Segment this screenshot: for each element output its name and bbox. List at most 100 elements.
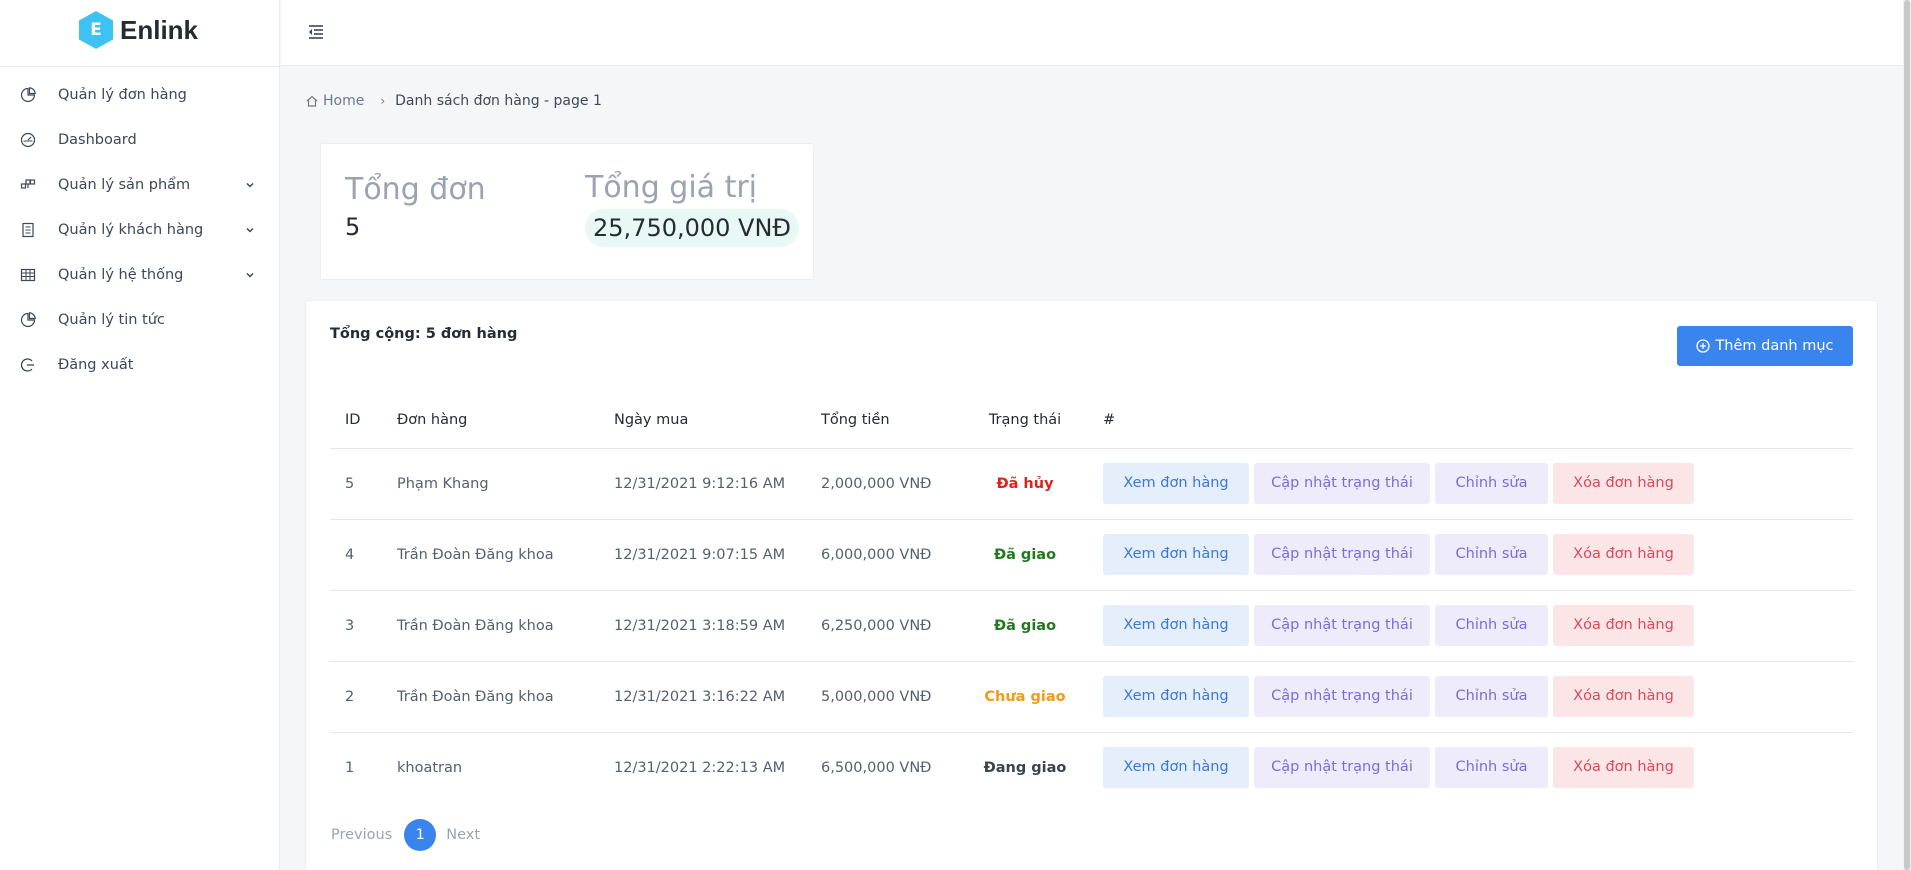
view-order-button[interactable]: Xem đơn hàng <box>1103 747 1249 789</box>
logo[interactable]: E Enlink <box>0 0 279 60</box>
pagination-page-1[interactable]: 1 <box>404 819 437 851</box>
row-actions: Xem đơn hàng Cập nhật trạng thái Chỉnh sửa… <box>1088 519 1853 591</box>
cell-total: 6,250,000 VNĐ <box>806 590 962 662</box>
sidebar-item-label: Dashboard <box>58 131 137 148</box>
menu-fold-icon[interactable] <box>306 22 326 42</box>
header-actions: # <box>1088 393 1853 449</box>
cell-purchase-date: 12/31/2021 2:22:13 AM <box>614 759 786 776</box>
row-actions: Xem đơn hàng Cập nhật trạng thái Chỉnh sửa… <box>1088 590 1853 662</box>
table-row: 4 Trần Đoàn Đăng khoa 12/31/2021 9:07:15 A… <box>330 519 1853 591</box>
header-total[interactable]: Tổng tiền <box>806 393 962 449</box>
delete-order-button[interactable]: Xóa đơn hàng <box>1553 605 1694 646</box>
add-category-button[interactable]: Thêm danh mục <box>1677 326 1853 366</box>
delete-order-button[interactable]: Xóa đơn hàng <box>1553 676 1694 717</box>
status-cell: Đã giao <box>962 519 1088 591</box>
orders-total-label: Tổng cộng: 5 đơn hàng <box>330 326 518 342</box>
cell-total: 5,000,000 VNĐ <box>806 661 962 733</box>
sidebar-item-label: Quản lý khách hàng <box>58 221 204 238</box>
edit-button[interactable]: Chỉnh sửa <box>1435 463 1548 504</box>
sidebar-item-3[interactable]: Quản lý sản phẩm <box>0 162 279 207</box>
header-date[interactable]: Ngày mua <box>599 393 806 449</box>
update-status-button[interactable]: Cập nhật trạng thái <box>1254 534 1430 575</box>
orders-summary-title: Tổng đơn <box>345 172 486 207</box>
update-status-button[interactable]: Cập nhật trạng thái <box>1254 463 1430 504</box>
delete-order-button[interactable]: Xóa đơn hàng <box>1553 747 1694 789</box>
pie-chart-icon <box>20 86 36 103</box>
scrollbar-thumb[interactable] <box>1904 0 1910 870</box>
cell-customer-name: Trần Đoàn Đăng khoa <box>382 519 599 591</box>
table-icon <box>20 267 36 283</box>
chevron-down-icon[interactable] <box>245 180 255 190</box>
sidebar-item-7[interactable]: Đăng xuất <box>0 342 279 387</box>
pagination-previous[interactable]: Previous <box>331 827 392 843</box>
sidebar-item-label: Đăng xuất <box>58 356 134 373</box>
view-order-button[interactable]: Xem đơn hàng <box>1103 605 1249 646</box>
plus-circle-icon <box>1696 339 1711 353</box>
header-id[interactable]: ID <box>330 393 382 449</box>
sidebar-item-5[interactable]: Quản lý hệ thống <box>0 252 279 297</box>
scrollbar[interactable] <box>1903 0 1911 870</box>
pagination: Previous 1 Next <box>331 819 480 851</box>
header-status[interactable]: Trạng thái <box>962 393 1088 449</box>
cell-id: 5 <box>330 448 382 520</box>
cell-id: 4 <box>330 519 382 591</box>
value-summary-amount: 25,750,000 VNĐ <box>585 209 800 247</box>
cell-customer-name: Trần Đoàn Đăng khoa <box>382 590 599 662</box>
cell-total: 6,500,000 VNĐ <box>821 759 932 776</box>
breadcrumb-separator-icon: › <box>380 94 386 108</box>
view-order-button[interactable]: Xem đơn hàng <box>1103 676 1249 717</box>
status-badge: Đã giao <box>993 617 1057 634</box>
update-status-button[interactable]: Cập nhật trạng thái <box>1254 747 1430 789</box>
row-actions: Xem đơn hàng Cập nhật trạng thái Chỉnh sửa… <box>1088 732 1853 803</box>
build-icon <box>20 177 36 193</box>
pagination-next[interactable]: Next <box>446 827 480 843</box>
status-badge: Đã hủy <box>996 475 1054 492</box>
cell-id: 3 <box>330 590 382 662</box>
table-row: 2 Trần Đoàn Đăng khoa 12/31/2021 3:16:22 A… <box>330 661 1853 733</box>
cell-purchase-date: 12/31/2021 3:16:22 AM <box>599 661 806 733</box>
view-order-button[interactable]: Xem đơn hàng <box>1103 463 1249 504</box>
sidebar-item-6[interactable]: Quản lý tin tức <box>0 297 279 342</box>
home-icon <box>306 95 318 107</box>
status-cell: Đã hủy <box>962 448 1088 520</box>
breadcrumb-home[interactable]: Home <box>305 93 364 109</box>
edit-button[interactable]: Chỉnh sửa <box>1435 534 1548 575</box>
sidebar-item-4[interactable]: Quản lý khách hàng <box>0 207 279 252</box>
sidebar-item-2[interactable]: Dashboard <box>0 117 279 162</box>
pie-chart-icon <box>20 311 36 328</box>
status-badge: Đang giao <box>983 759 1067 776</box>
cell-total: 2,000,000 VNĐ <box>806 448 962 520</box>
cell-id: 1 <box>345 759 355 776</box>
delete-order-button[interactable]: Xóa đơn hàng <box>1553 463 1694 504</box>
edit-button[interactable]: Chỉnh sửa <box>1435 747 1548 789</box>
breadcrumb: Home › Danh sách đơn hàng - page 1 <box>305 93 602 109</box>
edit-button[interactable]: Chỉnh sửa <box>1435 605 1548 646</box>
dashboard-icon <box>20 132 36 148</box>
cell-id: 2 <box>330 661 382 733</box>
sidebar-item-1[interactable]: Quản lý đơn hàng <box>0 72 279 117</box>
status-badge: Đã giao <box>993 546 1057 563</box>
cell-total: 6,000,000 VNĐ <box>806 519 962 591</box>
table-row: 3 Trần Đoàn Đăng khoa 12/31/2021 3:18:59 A… <box>330 590 1853 662</box>
sidebar-item-label: Quản lý đơn hàng <box>58 86 187 103</box>
status-badge: Chưa giao <box>984 688 1066 705</box>
cell-customer-name: Phạm Khang <box>382 448 599 520</box>
update-status-button[interactable]: Cập nhật trạng thái <box>1254 605 1430 646</box>
cell-purchase-date: 12/31/2021 9:07:15 AM <box>599 519 806 591</box>
view-order-button[interactable]: Xem đơn hàng <box>1103 534 1249 575</box>
row-actions: Xem đơn hàng Cập nhật trạng thái Chỉnh sửa… <box>1088 448 1853 520</box>
cell-customer-name: Trần Đoàn Đăng khoa <box>382 661 599 733</box>
breadcrumb-home-label: Home <box>323 93 365 109</box>
chevron-down-icon[interactable] <box>245 270 255 280</box>
status-cell: Chưa giao <box>962 661 1088 733</box>
logo-icon: E <box>79 11 113 49</box>
delete-order-button[interactable]: Xóa đơn hàng <box>1553 534 1694 575</box>
status-cell: Đã giao <box>962 590 1088 662</box>
orders-card: Tổng cộng: 5 đơn hàng Thêm danh mục ID Đ… <box>305 300 1878 870</box>
chevron-down-icon[interactable] <box>245 225 255 235</box>
brand-name: Enlink <box>120 14 199 45</box>
sidebar-menu: Quản lý đơn hàng Dashboard Quản lý sản phẩ… <box>0 67 279 387</box>
update-status-button[interactable]: Cập nhật trạng thái <box>1254 676 1430 717</box>
edit-button[interactable]: Chỉnh sửa <box>1435 676 1548 717</box>
header-order[interactable]: Đơn hàng <box>382 393 599 449</box>
